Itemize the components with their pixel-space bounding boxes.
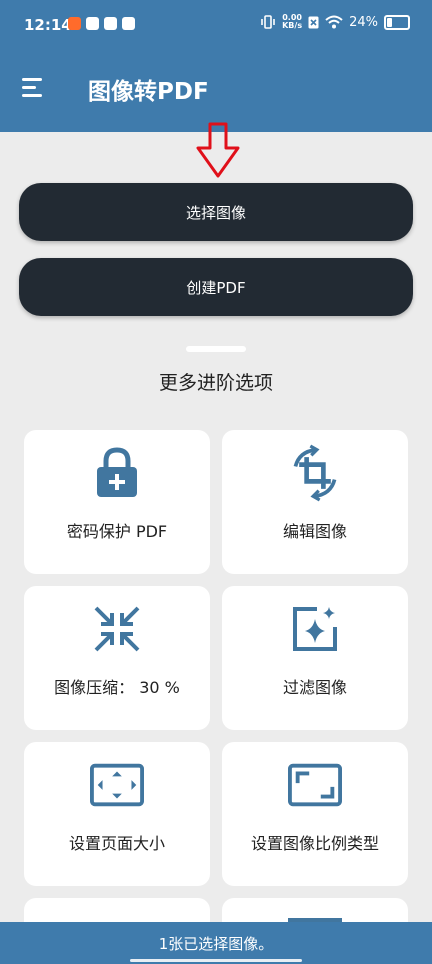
wifi-icon <box>325 15 343 29</box>
sim-off-icon <box>308 16 319 28</box>
gallery-notification-icon <box>86 17 99 30</box>
option-edit-images[interactable]: 编辑图像 <box>222 430 408 574</box>
battery-icon <box>384 14 410 30</box>
option-label: 密码保护 PDF <box>66 522 168 541</box>
crop-rotate-icon <box>288 444 342 502</box>
snackbar: 1张已选择图像。 <box>0 922 432 964</box>
select-images-button[interactable]: 选择图像 <box>19 183 413 241</box>
option-label: 编辑图像 <box>282 522 347 541</box>
option-label: 图像压缩： 30 % <box>54 678 180 697</box>
status-right: 0.00 KB/s 24% <box>260 14 410 30</box>
option-label: 设置图像比例类型 <box>250 834 379 853</box>
status-time: 12:14 <box>24 16 72 34</box>
advanced-options-title: 更多进阶选项 <box>158 372 273 394</box>
mail-notification-icon <box>122 17 135 30</box>
speed-unit: KB/s <box>282 21 303 30</box>
option-image-compression[interactable]: 图像压缩： 30 % <box>24 586 210 730</box>
option-password-protect[interactable]: 密码保护 PDF <box>24 430 210 574</box>
create-pdf-button[interactable]: 创建PDF <box>19 258 413 316</box>
aspect-ratio-icon <box>288 758 342 812</box>
compress-icon <box>90 602 144 656</box>
gesture-bar[interactable] <box>130 959 302 962</box>
option-aspect-ratio[interactable]: 设置图像比例类型 <box>222 742 408 886</box>
filter-sparkle-icon <box>288 602 342 656</box>
page-size-icon <box>90 758 144 812</box>
vibrate-icon <box>261 15 275 29</box>
app-notification-icon <box>68 17 81 30</box>
status-bar: 12:14 0.00 KB/s 24% <box>0 0 432 52</box>
option-label: 设置页面大小 <box>68 834 165 853</box>
page-title: 图像转PDF <box>88 79 209 105</box>
network-speed: 0.00 KB/s <box>282 14 302 30</box>
drag-handle[interactable] <box>186 346 246 352</box>
option-filter-images[interactable]: 过滤图像 <box>222 586 408 730</box>
snackbar-message: 1张已选择图像。 <box>158 934 274 953</box>
option-label: 过滤图像 <box>282 678 347 697</box>
arrow-down-icon <box>196 122 240 178</box>
app-bar: 图像转PDF <box>0 52 432 132</box>
option-set-page-size[interactable]: 设置页面大小 <box>24 742 210 886</box>
battery-percent: 24% <box>349 14 378 30</box>
menu-icon[interactable] <box>22 78 46 98</box>
top-bar: 12:14 0.00 KB/s 24% 图像转PDF <box>0 0 432 132</box>
notification-icons <box>68 17 135 30</box>
lock-plus-icon <box>90 446 144 500</box>
link-notification-icon <box>104 17 117 30</box>
